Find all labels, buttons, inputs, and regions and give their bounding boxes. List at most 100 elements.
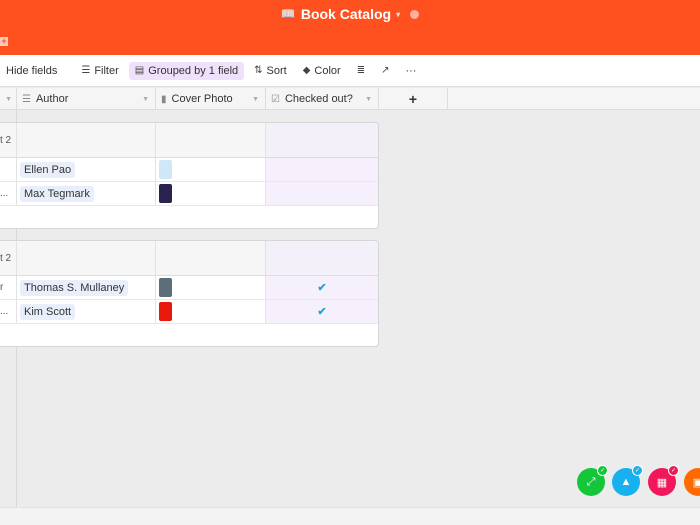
filter-button[interactable]: ☰ Filter (75, 62, 124, 80)
attachment-icon: ▮ (161, 93, 167, 105)
column-header-row: ▼ ☰ Author ▼ ▮ Cover Photo ▼ ☑ Checked o… (0, 88, 700, 110)
cover-photo-cell[interactable] (156, 182, 266, 205)
chevron-down-icon[interactable]: ▼ (142, 96, 149, 103)
checked-out-cell[interactable]: ✔ (266, 300, 378, 323)
primary-cell[interactable]: r (0, 276, 17, 299)
group-cell (17, 123, 156, 157)
group-header[interactable]: t 2 (0, 123, 378, 158)
table-row[interactable]: ... Max Tegmark (0, 182, 378, 206)
table-row[interactable]: Ellen Pao (0, 158, 378, 182)
cover-thumbnail[interactable] (159, 278, 172, 297)
group-header[interactable]: t 2 (0, 241, 378, 276)
color-label: Color (314, 64, 341, 77)
base-title-text: Book Catalog (300, 6, 392, 22)
column-label: Cover Photo (171, 93, 233, 105)
base-title[interactable]: 📖 Book Catalog ▾ (0, 6, 700, 22)
add-record-row[interactable] (0, 206, 378, 228)
sort-label: Sort (266, 64, 287, 77)
apps-icon: ▦ (656, 476, 668, 489)
group-icon: ▤ (134, 65, 145, 76)
view-toolbar: Hide fields ☰ Filter ▤ Grouped by 1 fiel… (0, 55, 700, 87)
group-button[interactable]: ▤ Grouped by 1 field (128, 61, 245, 80)
check-badge-icon: ✓ (668, 465, 679, 476)
add-field-button[interactable]: + (379, 88, 448, 110)
check-badge-icon: ✓ (632, 465, 643, 476)
column-header-cover-photo[interactable]: ▮ Cover Photo ▼ (156, 88, 266, 110)
check-icon: ✔ (317, 282, 327, 294)
long-text-icon: ☰ (22, 93, 31, 105)
add-table-button[interactable]: + (0, 37, 8, 46)
external-link-icon: ↗ (381, 65, 390, 76)
top-bar: 📖 Book Catalog ▾ + (0, 0, 700, 55)
primary-column-header[interactable]: ▼ (0, 88, 17, 110)
add-record-row[interactable] (0, 324, 378, 346)
group-cell (266, 241, 378, 275)
info-icon[interactable] (410, 9, 420, 19)
row-height-button[interactable]: ≣ (351, 62, 371, 79)
group-label: t 2 (0, 241, 17, 275)
checked-out-cell[interactable] (266, 158, 378, 181)
author-cell[interactable]: Thomas S. Mullaney (17, 276, 156, 299)
group-cell (156, 123, 266, 157)
table-row[interactable]: ... Kim Scott ✔ (0, 300, 378, 324)
author-cell[interactable]: Max Tegmark (17, 182, 156, 205)
check-badge-icon: ✓ (597, 465, 608, 476)
chevron-down-icon[interactable]: ▼ (365, 96, 372, 103)
hide-fields-label: Hide fields (6, 64, 58, 77)
group-label: t 2 (0, 123, 17, 157)
green-app-button[interactable]: ⤢ ✓ (577, 465, 608, 496)
image-icon: ▣ (692, 476, 700, 489)
more-button[interactable]: ··· (399, 62, 422, 80)
primary-cell[interactable]: ... (0, 182, 17, 205)
author-pill: Kim Scott (20, 303, 76, 320)
checked-out-cell[interactable] (266, 182, 378, 205)
orange-app-button[interactable]: ▣ (684, 468, 700, 496)
column-header-author[interactable]: ☰ Author ▼ (17, 88, 156, 110)
group-cell (156, 241, 266, 275)
pink-app-button[interactable]: ▦ ✓ (648, 465, 679, 496)
bottom-bar (0, 507, 700, 525)
chevron-down-icon[interactable]: ▼ (5, 96, 12, 103)
chevron-down-icon[interactable]: ▾ (396, 10, 400, 19)
author-cell[interactable]: Ellen Pao (17, 158, 156, 181)
primary-cell[interactable] (0, 158, 17, 181)
cover-photo-cell[interactable] (156, 158, 266, 181)
color-button[interactable]: ◆ Color (297, 62, 347, 80)
filter-label: Filter (94, 64, 119, 77)
group-cell (266, 123, 378, 157)
shapes-icon: ▲ (620, 476, 632, 488)
group-label: Grouped by 1 field (148, 64, 239, 77)
primary-cell[interactable]: ... (0, 300, 17, 323)
blue-app-button[interactable]: ▲ ✓ (612, 465, 643, 496)
more-icon: ··· (405, 64, 417, 77)
cover-thumbnail[interactable] (159, 160, 172, 179)
cover-photo-cell[interactable] (156, 276, 266, 299)
check-icon: ✔ (317, 306, 327, 318)
column-header-checked-out[interactable]: ☑ Checked out? ▼ (266, 88, 379, 110)
filter-icon: ☰ (81, 65, 91, 76)
sort-icon: ⇅ (254, 65, 263, 76)
table-row[interactable]: r Thomas S. Mullaney ✔ (0, 276, 378, 300)
column-label: Author (35, 93, 69, 105)
cover-thumbnail[interactable] (159, 302, 172, 321)
author-cell[interactable]: Kim Scott (17, 300, 156, 323)
author-pill: Ellen Pao (20, 161, 76, 178)
group-cell (17, 241, 156, 275)
record-group: t 2 r Thomas S. Mullaney ✔ ... Kim Scott… (0, 240, 379, 347)
author-pill: Max Tegmark (20, 185, 94, 202)
sort-button[interactable]: ⇅ Sort (248, 62, 293, 80)
share-view-button[interactable]: ↗ (375, 62, 395, 79)
paint-bucket-icon: ◆ (302, 65, 311, 76)
row-height-icon: ≣ (356, 65, 366, 76)
record-group: t 2 Ellen Pao ... Max Tegmark (0, 122, 379, 229)
column-label: Checked out? (284, 93, 353, 105)
hide-fields-button[interactable]: Hide fields (0, 62, 63, 80)
checkbox-icon: ☑ (271, 93, 280, 105)
chevron-down-icon[interactable]: ▼ (252, 96, 259, 103)
book-icon: 📖 (280, 7, 296, 21)
resize-arrows-icon: ⤢ (586, 475, 596, 488)
cover-thumbnail[interactable] (159, 184, 172, 203)
author-pill: Thomas S. Mullaney (20, 279, 129, 296)
checked-out-cell[interactable]: ✔ (266, 276, 378, 299)
cover-photo-cell[interactable] (156, 300, 266, 323)
